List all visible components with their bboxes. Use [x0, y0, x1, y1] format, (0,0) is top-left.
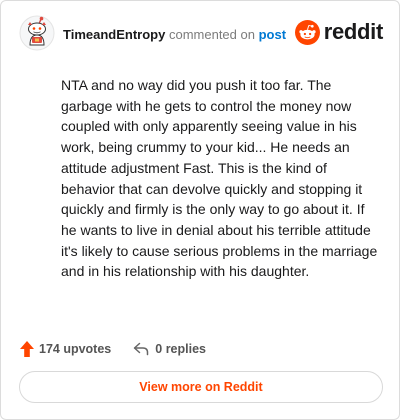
author-name[interactable]: TimeandEntropy — [63, 27, 165, 42]
post-link[interactable]: post — [259, 27, 286, 42]
snoo-avatar-icon — [19, 15, 55, 51]
comment-header: TimeandEntropy commented on post reddit — [19, 15, 383, 55]
replies[interactable]: 0 replies — [133, 342, 206, 356]
reddit-logo-icon — [294, 19, 320, 45]
upvotes[interactable]: 174 upvotes — [19, 340, 111, 358]
comment-embed-card: TimeandEntropy commented on post reddit … — [0, 0, 400, 420]
upvotes-count: 174 upvotes — [39, 342, 112, 356]
reply-arrow-icon — [134, 342, 149, 356]
replies-count: 0 replies — [155, 342, 206, 356]
comment-body: NTA and no way did you push it too far. … — [61, 77, 378, 280]
view-more-button[interactable]: View more on Reddit — [19, 371, 383, 403]
action-text: commented on — [168, 27, 255, 42]
upvote-arrow-icon — [20, 341, 34, 357]
reddit-wordmark: reddit — [323, 19, 384, 44]
comment-byline: TimeandEntropy commented on post — [63, 27, 286, 42]
comment-footer: 174 upvotes 0 replies — [19, 337, 206, 361]
author-avatar[interactable] — [19, 15, 55, 51]
reddit-brand[interactable]: reddit — [294, 19, 384, 45]
